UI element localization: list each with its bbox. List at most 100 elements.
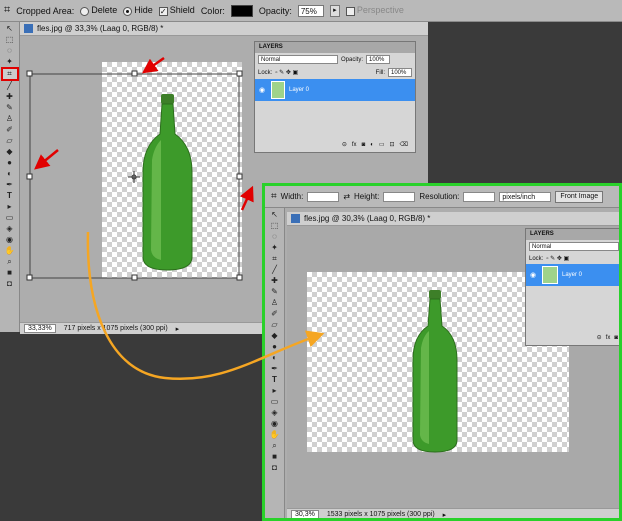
inset-layer-style-icon[interactable]: fx bbox=[606, 335, 611, 341]
inset-layers-panel: LAYERS Normal Lock: ▫ ✎ ✥ ▣ ◉ Layer 0 ⊝ … bbox=[525, 228, 619, 346]
layer-opacity-input[interactable]: 100% bbox=[366, 55, 391, 64]
inset-document-size: 1533 pixels x 1075 pixels (300 ppi) bbox=[326, 511, 435, 518]
path-select-tool-icon[interactable]: ▸ bbox=[3, 203, 17, 211]
front-image-button[interactable]: Front Image bbox=[555, 190, 604, 203]
inset-height-label: Height: bbox=[354, 192, 380, 201]
inset-eraser-tool-icon[interactable]: ▱ bbox=[268, 321, 282, 329]
resolution-input[interactable] bbox=[463, 191, 496, 202]
crop-tool-icon[interactable]: ⌗ bbox=[4, 4, 10, 17]
inset-lock-icons[interactable]: ▫ ✎ ✥ ▣ bbox=[546, 255, 569, 262]
inset-type-tool-icon[interactable]: T bbox=[268, 376, 282, 384]
inset-path-select-tool-icon[interactable]: ▸ bbox=[268, 387, 282, 395]
type-tool-icon[interactable]: T bbox=[3, 192, 17, 200]
inset-crop-tool-icon[interactable]: ⌗ bbox=[268, 255, 282, 263]
crop-tool-icon[interactable]: ⌗ bbox=[0, 67, 19, 81]
fill-input[interactable]: 100% bbox=[388, 68, 412, 77]
hide-radio[interactable] bbox=[123, 6, 133, 16]
inset-eye-icon[interactable]: ◉ bbox=[528, 271, 538, 279]
inset-crop-tool-icon[interactable]: ⌗ bbox=[271, 191, 277, 202]
layer-row[interactable]: ◉ Layer 0 bbox=[255, 79, 415, 101]
brush-tool-icon[interactable]: ✎ bbox=[3, 104, 17, 112]
inset-layers-tab[interactable]: LAYERS bbox=[526, 229, 619, 240]
layer-mask-icon[interactable]: ◙ bbox=[362, 142, 366, 148]
pen-tool-icon[interactable]: ✒ bbox=[3, 181, 17, 189]
stamp-tool-icon[interactable]: ♙ bbox=[3, 115, 17, 123]
inset-healing-tool-icon[interactable]: ✚ bbox=[268, 277, 282, 285]
inset-stamp-tool-icon[interactable]: ♙ bbox=[268, 299, 282, 307]
eye-icon[interactable]: ◉ bbox=[257, 86, 267, 94]
inset-zoom-tool-icon[interactable]: ⌕ bbox=[268, 442, 282, 450]
shape-tool-icon[interactable]: ▭ bbox=[3, 214, 17, 222]
inset-3d-tool-icon[interactable]: ◈ bbox=[268, 409, 282, 417]
document-size: 717 pixels x 1075 pixels (300 ppi) bbox=[63, 325, 168, 332]
delete-layer-icon[interactable]: ⌫ bbox=[400, 141, 408, 148]
layers-tab[interactable]: LAYERS bbox=[255, 42, 415, 53]
delete-option[interactable]: Delete bbox=[80, 5, 117, 16]
inset-quick-mask-icon[interactable]: ◘ bbox=[268, 464, 282, 472]
move-tool-icon[interactable]: ↖ bbox=[3, 25, 17, 33]
opacity-dropdown-icon[interactable]: ▸ bbox=[329, 4, 340, 17]
inset-3d-camera-icon[interactable]: ◉ bbox=[268, 420, 282, 428]
inset-layer-mask-icon[interactable]: ◙ bbox=[614, 335, 618, 341]
inset-brush-tool-icon[interactable]: ✎ bbox=[268, 288, 282, 296]
fill-label: Fill: bbox=[375, 69, 385, 76]
perspective-checkbox[interactable] bbox=[345, 6, 355, 16]
inset-marquee-tool-icon[interactable]: ⬚ bbox=[268, 222, 282, 230]
adjustment-layer-icon[interactable]: ◐ bbox=[370, 142, 374, 148]
lasso-tool-icon[interactable]: ◌ bbox=[3, 47, 17, 55]
3d-camera-icon[interactable]: ◉ bbox=[3, 236, 17, 244]
eraser-tool-icon[interactable]: ▱ bbox=[3, 137, 17, 145]
healing-tool-icon[interactable]: ✚ bbox=[3, 93, 17, 101]
inset-pen-tool-icon[interactable]: ✒ bbox=[268, 365, 282, 373]
blend-mode-select[interactable]: Normal bbox=[258, 55, 338, 64]
inset-layer-row[interactable]: ◉ Layer 0 bbox=[526, 264, 619, 286]
inset-status-bar: 30,3% 1533 pixels x 1075 pixels (300 ppi… bbox=[287, 508, 619, 519]
inset-slice-tool-icon[interactable]: ╱ bbox=[268, 266, 282, 274]
marquee-tool-icon[interactable]: ⬚ bbox=[3, 36, 17, 44]
shield-checkbox[interactable]: ✓ bbox=[158, 6, 168, 16]
dodge-tool-icon[interactable]: ◐ bbox=[3, 170, 17, 178]
inset-zoom-level[interactable]: 30,3% bbox=[291, 510, 319, 518]
delete-radio[interactable] bbox=[80, 6, 90, 16]
magic-wand-tool-icon[interactable]: ✦ bbox=[3, 58, 17, 66]
history-brush-icon[interactable]: ✐ bbox=[3, 126, 17, 134]
inset-magic-wand-tool-icon[interactable]: ✦ bbox=[268, 244, 282, 252]
slice-tool-icon[interactable]: ╱ bbox=[3, 82, 17, 90]
lock-icons[interactable]: ▫ ✎ ✥ ▣ bbox=[275, 69, 298, 76]
hide-option[interactable]: Hide bbox=[123, 5, 153, 16]
status-arrow-icon[interactable]: ▸ bbox=[176, 325, 180, 333]
inset-status-arrow-icon[interactable]: ▸ bbox=[443, 511, 447, 519]
inset-move-tool-icon[interactable]: ↖ bbox=[268, 211, 282, 219]
width-input[interactable] bbox=[307, 191, 340, 202]
opacity-input[interactable]: 75% bbox=[297, 4, 324, 17]
3d-tool-icon[interactable]: ◈ bbox=[3, 225, 17, 233]
units-select[interactable]: pixels/inch bbox=[499, 191, 552, 202]
link-layers-icon[interactable]: ⊝ bbox=[342, 141, 347, 148]
perspective-option[interactable]: Perspective bbox=[345, 5, 404, 16]
color-swatches-icon[interactable]: ■ bbox=[3, 269, 17, 277]
group-icon[interactable]: ▭ bbox=[379, 141, 385, 148]
bucket-tool-icon[interactable]: ◆ bbox=[3, 148, 17, 156]
hand-tool-icon[interactable]: ✋ bbox=[3, 247, 17, 255]
inset-lock-label: Lock: bbox=[529, 255, 544, 262]
inset-color-swatches-icon[interactable]: ■ bbox=[268, 453, 282, 461]
zoom-tool-icon[interactable]: ⌕ bbox=[3, 258, 17, 266]
inset-history-brush-icon[interactable]: ✐ bbox=[268, 310, 282, 318]
inset-bucket-tool-icon[interactable]: ◆ bbox=[268, 332, 282, 340]
inset-blend-mode-select[interactable]: Normal bbox=[529, 242, 619, 251]
inset-link-layers-icon[interactable]: ⊝ bbox=[597, 334, 602, 341]
inset-blur-tool-icon[interactable]: ● bbox=[268, 343, 282, 351]
inset-shape-tool-icon[interactable]: ▭ bbox=[268, 398, 282, 406]
inset-dodge-tool-icon[interactable]: ◐ bbox=[268, 354, 282, 362]
zoom-level[interactable]: 33,33% bbox=[24, 324, 56, 333]
new-layer-icon[interactable]: ⊡ bbox=[389, 141, 394, 148]
quick-mask-icon[interactable]: ◘ bbox=[3, 280, 17, 288]
shield-color-swatch[interactable] bbox=[230, 4, 253, 17]
inset-lasso-tool-icon[interactable]: ◌ bbox=[268, 233, 282, 241]
layer-style-icon[interactable]: fx bbox=[352, 142, 357, 148]
inset-hand-tool-icon[interactable]: ✋ bbox=[268, 431, 282, 439]
shield-option[interactable]: ✓ Shield bbox=[158, 5, 195, 16]
swap-icon[interactable]: ⇄ bbox=[343, 192, 350, 201]
height-input[interactable] bbox=[383, 191, 416, 202]
blur-tool-icon[interactable]: ● bbox=[3, 159, 17, 167]
